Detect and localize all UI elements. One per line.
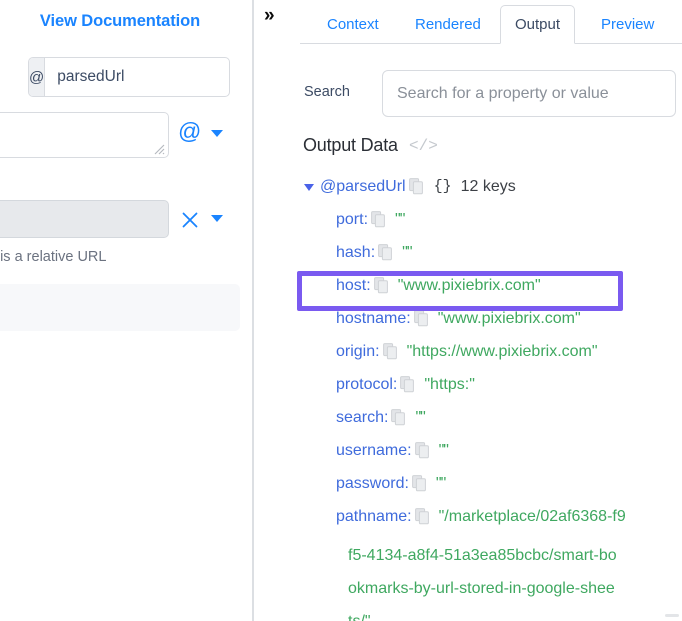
copy-icon[interactable] xyxy=(382,343,398,360)
copy-icon[interactable] xyxy=(373,277,389,294)
validation-helper-text: rl is a relative URL xyxy=(0,249,107,265)
tree-key[interactable]: protocol: xyxy=(336,374,397,396)
search-label: Search xyxy=(304,84,350,100)
tree-key[interactable]: username: xyxy=(336,440,412,462)
view-documentation-link[interactable]: View Documentation xyxy=(0,12,240,31)
tree-key[interactable]: host: xyxy=(336,275,371,297)
clear-mode-chevron-down-icon[interactable] xyxy=(211,215,223,222)
tree-root-key[interactable]: @parsedUrl xyxy=(320,176,406,198)
tree-row[interactable]: username: "" xyxy=(300,440,682,473)
json-tree: @parsedUrl {} 12 keys port: "" hash: "" host: "w… xyxy=(300,176,682,621)
tree-row[interactable]: search: "" xyxy=(300,407,682,440)
object-braces-label: {} xyxy=(433,178,452,195)
tree-key[interactable]: hostname: xyxy=(336,308,411,330)
tree-value-wrapped-line: ts/" xyxy=(336,605,682,621)
copy-icon[interactable] xyxy=(391,409,406,426)
tree-key[interactable]: hash: xyxy=(336,242,375,264)
copy-icon[interactable] xyxy=(408,178,424,195)
tab-bar-underline xyxy=(300,43,682,44)
search-input[interactable] xyxy=(382,70,676,117)
tab-rendered[interactable]: Rendered xyxy=(400,5,496,44)
tree-row[interactable]: port: "" xyxy=(300,209,682,242)
copy-icon[interactable] xyxy=(413,310,429,327)
copy-icon[interactable] xyxy=(414,442,430,459)
copy-icon[interactable] xyxy=(378,244,393,261)
tree-value: "https:" xyxy=(424,376,475,393)
tree-value: "" xyxy=(415,409,425,426)
tree-key[interactable]: password: xyxy=(336,473,409,495)
tab-bar: Context Rendered Output Preview xyxy=(300,0,682,44)
expand-collapse-caret-icon[interactable] xyxy=(304,184,314,191)
scrollbar-thumb[interactable] xyxy=(665,614,679,617)
expression-textarea[interactable] xyxy=(0,112,169,158)
tree-key[interactable]: search: xyxy=(336,407,388,429)
copy-icon[interactable] xyxy=(400,376,415,393)
tree-row[interactable]: origin: "https://www.pixiebrix.com" xyxy=(300,341,682,374)
tab-preview[interactable]: Preview xyxy=(586,5,669,44)
collapsed-section-placeholder xyxy=(0,284,240,331)
disabled-value-field[interactable] xyxy=(0,200,169,238)
copy-icon[interactable] xyxy=(414,508,430,525)
tree-value: "" xyxy=(438,442,449,459)
tree-value-wrapped-line: f5-4134-a8f4-51a3ea85bcbc/smart-bo xyxy=(348,547,617,564)
tree-key[interactable]: port: xyxy=(336,209,368,231)
close-x-icon[interactable] xyxy=(180,210,200,230)
tree-value: "www.pixiebrix.com" xyxy=(397,277,541,294)
tree-row[interactable]: hash: "" xyxy=(300,242,682,275)
tree-value: "" xyxy=(402,244,412,261)
variable-name-input-group[interactable]: @ xyxy=(28,57,230,97)
left-config-panel: View Documentation @ @ rl is a relative … xyxy=(0,0,252,621)
copy-icon[interactable] xyxy=(412,475,427,492)
tree-root-row[interactable]: @parsedUrl {} 12 keys xyxy=(300,176,682,209)
tree-row[interactable]: pathname: "/marketplace/02af6368-f9 f5-413… xyxy=(300,506,682,621)
tree-row[interactable]: protocol: "https:" xyxy=(300,374,682,407)
tree-key[interactable]: origin: xyxy=(336,341,380,363)
right-output-panel: » Context Rendered Output Preview Search… xyxy=(254,0,682,621)
tree-value: "" xyxy=(395,211,405,228)
tree-key[interactable]: pathname: xyxy=(336,506,412,528)
expression-mode-chevron-down-icon[interactable] xyxy=(211,130,223,137)
copy-icon[interactable] xyxy=(371,211,386,228)
output-data-heading: Output Data xyxy=(303,135,398,155)
tab-context[interactable]: Context xyxy=(312,5,394,44)
tab-output[interactable]: Output xyxy=(500,5,576,44)
tree-value: "" xyxy=(435,475,446,492)
tree-value: "/marketplace/02af6368-f9 xyxy=(438,508,626,525)
at-variable-toggle-icon[interactable]: @ xyxy=(178,120,201,143)
tree-value-wrapped-line: okmarks-by-url-stored-in-google-shee xyxy=(348,580,615,597)
app-root: View Documentation @ @ rl is a relative … xyxy=(0,0,682,621)
variable-name-input[interactable] xyxy=(45,58,229,96)
tree-value: "https://www.pixiebrix.com" xyxy=(406,343,598,360)
key-count-label: 12 keys xyxy=(460,178,516,195)
tree-value: "www.pixiebrix.com" xyxy=(437,310,581,327)
double-chevron-right-icon[interactable]: » xyxy=(264,6,274,25)
tree-row[interactable]: password: "" xyxy=(300,473,682,506)
at-symbol-prefix-icon: @ xyxy=(29,58,46,96)
tree-row[interactable]: hostname: "www.pixiebrix.com" xyxy=(300,308,682,341)
code-brackets-icon[interactable]: </> xyxy=(409,137,438,155)
tree-row[interactable]: host: "www.pixiebrix.com" xyxy=(300,275,682,308)
